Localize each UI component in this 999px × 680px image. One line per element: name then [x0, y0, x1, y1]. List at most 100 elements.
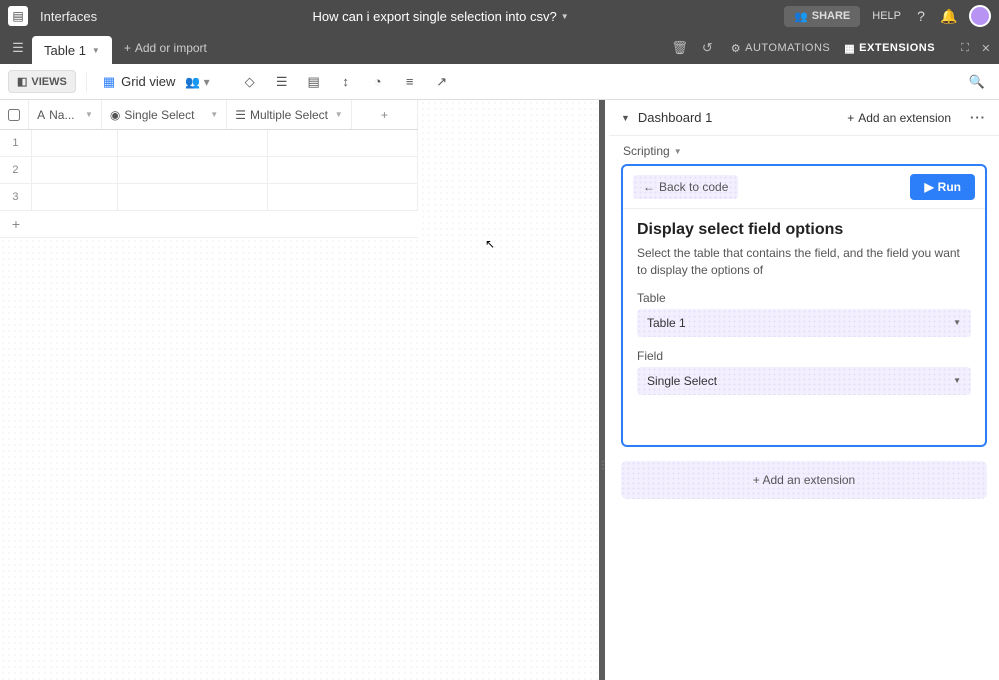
scripting-tab[interactable]: Scripting ▼ [609, 136, 999, 162]
title-caret-icon[interactable]: ▼ [561, 12, 569, 21]
row-number: 2 [0, 157, 32, 183]
extensions-icon: ▦ [844, 42, 855, 55]
add-import-label: Add or import [135, 41, 207, 55]
filter-icon[interactable]: ☰ [274, 74, 290, 90]
share-view-icon[interactable]: ↗ [434, 74, 450, 90]
chevron-down-icon: ▼ [953, 318, 961, 327]
cell[interactable] [32, 157, 118, 183]
cell[interactable] [32, 130, 118, 156]
chevron-down-icon[interactable]: ▼ [210, 110, 218, 119]
cell[interactable] [118, 184, 269, 210]
field-label: Field [637, 349, 971, 363]
tab-label: Table 1 [44, 43, 86, 58]
select-all-checkbox[interactable] [0, 100, 29, 129]
add-extension-button[interactable]: + Add an extension [847, 111, 951, 125]
sort-icon[interactable]: ↕ [338, 74, 354, 90]
trash-icon[interactable]: 🗑 [671, 40, 688, 56]
table-row[interactable]: 2 [0, 157, 418, 184]
extensions-button[interactable]: ▦ EXTENSIONS [844, 42, 935, 55]
cell[interactable] [118, 130, 269, 156]
cell[interactable] [118, 157, 269, 183]
text-field-icon: A [37, 108, 45, 122]
share-icon: 👥 [794, 10, 808, 23]
script-description: Select the table that contains the field… [637, 245, 971, 279]
cell[interactable] [268, 157, 418, 183]
run-button[interactable]: ▶ Run [910, 174, 975, 200]
column-headers: A Na... ▼ ◉ Single Select ▼ ☰ Multiple S… [0, 100, 418, 130]
add-extension-label: Add an extension [858, 111, 951, 125]
gridview-label: Grid view [121, 74, 175, 89]
color-icon[interactable]: ◔ [370, 74, 386, 90]
expand-icon[interactable]: ⛶ [961, 42, 969, 55]
add-row-button[interactable]: + [0, 211, 418, 238]
tab-table1[interactable]: Table 1 ▼ [32, 36, 112, 64]
table-row[interactable]: 3 [0, 184, 418, 211]
add-extension-big-button[interactable]: + Add an extension [621, 461, 987, 499]
top-bar: ▤ Interfaces How can i export single sel… [0, 0, 999, 32]
column-single-select[interactable]: ◉ Single Select ▼ [102, 100, 227, 129]
chevron-down-icon[interactable]: ▼ [335, 110, 343, 119]
column-single-label: Single Select [124, 108, 194, 122]
table-tabs-bar: ☰ Table 1 ▼ + Add or import 🗑 ↺ ⚙ AUTOMA… [0, 32, 999, 64]
add-column-button[interactable]: + [352, 100, 418, 129]
chevron-down-icon[interactable]: ▼ [85, 110, 93, 119]
add-extension-big-label: Add an extension [762, 473, 855, 487]
help-icon[interactable]: ? [913, 8, 929, 24]
views-button[interactable]: ◧ VIEWS [8, 70, 76, 93]
grid-icon: ▦ [103, 74, 115, 90]
cell[interactable] [268, 130, 418, 156]
scripting-card: ← Back to code ▶ Run Display select fiel… [621, 164, 987, 447]
row-number: 1 [0, 130, 32, 156]
field-select[interactable]: Single Select ▼ [637, 367, 971, 395]
app-logo[interactable]: ▤ [8, 6, 28, 26]
arrow-left-icon: ← [643, 180, 655, 194]
column-name-label: Na... [49, 108, 74, 122]
automations-label: AUTOMATIONS [745, 42, 830, 54]
chevron-down-icon: ▼ [953, 376, 961, 385]
column-multiple-select[interactable]: ☰ Multiple Select ▼ [227, 100, 352, 129]
chevron-down-icon[interactable]: ▼ [621, 113, 630, 123]
people-icon[interactable]: 👥 ▾ [185, 75, 209, 89]
menu-icon[interactable]: ☰ [8, 38, 28, 58]
cursor-icon: ↖ [485, 237, 495, 251]
table-select-value: Table 1 [647, 316, 686, 330]
table-select[interactable]: Table 1 ▼ [637, 309, 971, 337]
share-label: SHARE [812, 10, 851, 22]
sidebar-icon: ◧ [17, 75, 27, 88]
help-link[interactable]: HELP [872, 10, 901, 22]
row-number: 3 [0, 184, 32, 210]
avatar[interactable] [969, 5, 991, 27]
share-button[interactable]: 👥 SHARE [784, 6, 860, 27]
script-heading: Display select field options [637, 221, 971, 239]
chevron-down-icon: ▼ [674, 147, 682, 156]
extensions-panel: ▼ Dashboard 1 + Add an extension ··· Scr… [605, 100, 999, 680]
history-icon[interactable]: ↺ [702, 40, 713, 56]
view-toolbar: ◧ VIEWS ▦ Grid view 👥 ▾ ◇ ☰ ▤ ↕ ◔ ≡ ↗ 🔍 [0, 64, 999, 100]
bell-icon[interactable]: 🔔 [941, 8, 957, 24]
automations-button[interactable]: ⚙ AUTOMATIONS [731, 42, 831, 55]
field-select-value: Single Select [647, 374, 717, 388]
hide-fields-icon[interactable]: ◇ [242, 74, 258, 90]
scripting-label: Scripting [623, 144, 670, 158]
interfaces-link[interactable]: Interfaces [40, 9, 97, 24]
run-label: Run [938, 180, 961, 194]
cell[interactable] [268, 184, 418, 210]
column-name[interactable]: A Na... ▼ [29, 100, 102, 129]
table-row[interactable]: 1 [0, 130, 418, 157]
search-icon[interactable]: 🔍 [969, 74, 985, 90]
dashboard-title[interactable]: Dashboard 1 [638, 110, 712, 125]
base-title[interactable]: How can i export single selection into c… [312, 9, 556, 24]
plus-icon: + [847, 111, 854, 125]
cell[interactable] [32, 184, 118, 210]
group-icon[interactable]: ▤ [306, 74, 322, 90]
close-icon[interactable]: ✕ [981, 42, 991, 55]
row-height-icon[interactable]: ≡ [402, 74, 418, 90]
add-or-import-button[interactable]: + Add or import [116, 41, 215, 55]
grid-view-button[interactable]: ▦ Grid view 👥 ▾ [97, 70, 216, 94]
column-multi-label: Multiple Select [250, 108, 328, 122]
more-icon[interactable]: ··· [969, 110, 987, 125]
back-to-code-button[interactable]: ← Back to code [633, 175, 738, 199]
extensions-label: EXTENSIONS [859, 42, 935, 54]
play-icon: ▶ [924, 180, 933, 194]
chevron-down-icon[interactable]: ▼ [92, 46, 100, 55]
